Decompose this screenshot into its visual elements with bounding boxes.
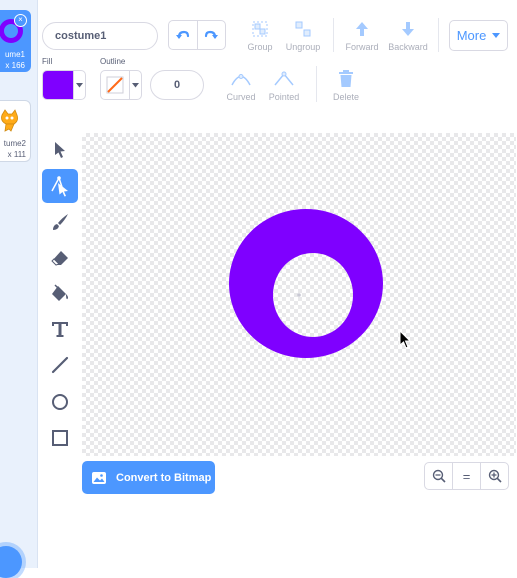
outline-color-picker[interactable] xyxy=(100,70,142,100)
undo-redo-group xyxy=(168,20,226,50)
outline-swatch[interactable] xyxy=(101,71,129,99)
redo-icon xyxy=(205,30,219,39)
undo-icon xyxy=(175,30,189,39)
line-tool[interactable] xyxy=(42,348,78,382)
eraser-tool[interactable] xyxy=(42,241,78,275)
ungroup-icon xyxy=(295,21,311,37)
pointed-icon xyxy=(274,71,294,86)
reshape-tool[interactable] xyxy=(42,169,78,203)
more-label: More xyxy=(456,28,487,43)
delete-button[interactable]: Delete xyxy=(320,68,372,102)
toolbar-divider xyxy=(438,18,439,52)
line-icon xyxy=(51,356,69,374)
pointed-button[interactable]: Pointed xyxy=(258,68,310,102)
fill-bucket-icon xyxy=(52,284,68,301)
mouse-pointer-icon xyxy=(399,330,412,349)
caret-down-icon xyxy=(492,32,501,38)
zoom-controls: = xyxy=(424,462,509,490)
brush-tool[interactable] xyxy=(42,205,78,239)
text-icon xyxy=(52,322,68,337)
more-button[interactable]: More xyxy=(449,20,508,51)
costume-list: ume1 x 166 × tume2 x 111 xyxy=(0,0,38,578)
trash-icon xyxy=(339,70,353,87)
circle-tool[interactable] xyxy=(42,385,78,419)
outline-dropdown[interactable] xyxy=(129,71,141,99)
ungroup-button[interactable]: Ungroup xyxy=(277,18,329,52)
costume-tile-2[interactable]: tume2 x 111 xyxy=(0,100,31,162)
image-icon xyxy=(92,471,106,484)
fill-label: Fill xyxy=(42,57,53,66)
rectangle-tool[interactable] xyxy=(42,421,78,455)
group-icon xyxy=(252,21,268,37)
backward-icon xyxy=(402,22,414,36)
fill-swatch[interactable] xyxy=(43,71,73,99)
toolbar-divider xyxy=(316,66,317,102)
costume-name: tume2 xyxy=(3,139,26,148)
fill-color-picker[interactable] xyxy=(42,70,86,100)
pointed-label: Pointed xyxy=(268,92,300,102)
costume-size: x 166 xyxy=(5,61,25,70)
forward-label: Forward xyxy=(345,42,379,52)
brush-icon xyxy=(53,214,68,230)
select-tool[interactable] xyxy=(42,133,78,167)
convert-to-bitmap-button[interactable]: Convert to Bitmap xyxy=(82,461,215,494)
undo-button[interactable] xyxy=(169,21,197,49)
ring-shape[interactable] xyxy=(229,209,383,358)
ungroup-label: Ungroup xyxy=(285,42,321,52)
costume-name: ume1 xyxy=(4,50,25,59)
reshape-icon xyxy=(51,176,68,197)
costume-size: x 111 xyxy=(7,150,26,159)
delete-label: Delete xyxy=(332,92,359,102)
costume-tile-1[interactable]: ume1 x 166 × xyxy=(0,10,31,72)
zoom-in-button[interactable] xyxy=(480,463,508,489)
eraser-icon xyxy=(51,251,68,266)
cat-sprite-icon xyxy=(1,109,18,132)
redo-button[interactable] xyxy=(196,21,226,49)
forward-button[interactable]: Forward xyxy=(336,18,388,52)
caret-down-icon xyxy=(132,82,139,87)
zoom-reset-button[interactable]: = xyxy=(452,463,480,489)
fill-dropdown[interactable] xyxy=(73,71,85,99)
caret-down-icon xyxy=(76,82,83,87)
toolbar-divider xyxy=(333,18,334,52)
add-costume-button[interactable] xyxy=(0,546,22,578)
close-icon[interactable]: × xyxy=(14,14,27,27)
text-tool[interactable] xyxy=(42,312,78,346)
fill-tool[interactable] xyxy=(42,276,78,310)
center-point xyxy=(297,293,301,297)
curved-icon xyxy=(231,74,251,86)
circle-icon xyxy=(52,394,68,410)
costume-name-input[interactable]: costume1 xyxy=(42,22,158,50)
outline-label: Outline xyxy=(100,57,126,66)
outline-width-input[interactable]: 0 xyxy=(150,70,204,100)
no-color-icon xyxy=(106,76,124,94)
backward-label: Backward xyxy=(388,42,428,52)
backward-button[interactable]: Backward xyxy=(382,18,434,52)
zoom-out-icon xyxy=(432,469,446,483)
forward-icon xyxy=(356,22,368,36)
convert-label: Convert to Bitmap xyxy=(116,471,212,484)
zoom-in-icon xyxy=(488,469,502,483)
rectangle-icon xyxy=(52,430,68,446)
select-icon xyxy=(55,142,65,158)
zoom-out-button[interactable] xyxy=(425,463,452,489)
